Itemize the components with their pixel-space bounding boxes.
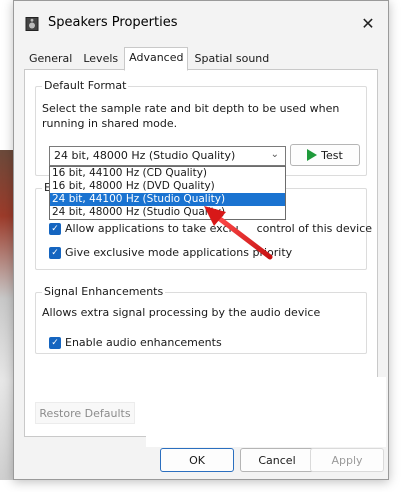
format-option-highlighted[interactable]: 24 bit, 44100 Hz (Studio Quality) bbox=[50, 193, 285, 206]
speaker-icon bbox=[25, 17, 39, 31]
exclusive-priority-checkbox-row[interactable]: ✓ Give exclusive mode applications prior… bbox=[49, 246, 292, 259]
allow-exclusive-checkbox[interactable]: ✓ bbox=[49, 222, 61, 235]
exclusive-priority-checkbox[interactable]: ✓ bbox=[49, 246, 61, 259]
exclusive-priority-label: Give exclusive mode applications priorit… bbox=[65, 246, 293, 259]
allow-exclusive-checkbox-row[interactable]: ✓ Allow applications to take exclu contr… bbox=[49, 222, 372, 235]
title-bar: Speakers Properties ✕ bbox=[14, 1, 388, 45]
default-format-select[interactable]: 24 bit, 48000 Hz (Studio Quality) ⌄ bbox=[49, 146, 286, 166]
signal-enhancements-title: Signal Enhancements bbox=[42, 285, 166, 298]
enable-enhancements-checkbox[interactable]: ✓ bbox=[49, 336, 61, 349]
format-dropdown-list: 16 bit, 44100 Hz (CD Quality) 16 bit, 48… bbox=[49, 166, 286, 220]
apply-button[interactable]: Apply bbox=[310, 448, 384, 472]
allow-exclusive-label-right: control of this device bbox=[256, 222, 373, 235]
format-option[interactable]: 24 bit, 48000 Hz (Studio Quality) bbox=[50, 206, 285, 219]
close-icon: ✕ bbox=[361, 13, 375, 33]
enable-enhancements-label: Enable audio enhancements bbox=[65, 336, 222, 349]
select-value: 24 bit, 48000 Hz (Studio Quality) bbox=[54, 149, 236, 162]
close-button[interactable]: ✕ bbox=[354, 11, 382, 35]
obscuring-overlay bbox=[146, 377, 386, 447]
ok-button[interactable]: OK bbox=[160, 448, 234, 472]
tab-spatial-sound[interactable]: Spatial sound bbox=[189, 49, 274, 71]
format-option[interactable]: 16 bit, 44100 Hz (CD Quality) bbox=[50, 167, 285, 180]
desktop-background bbox=[0, 150, 13, 480]
chevron-down-icon: ⌄ bbox=[270, 149, 279, 160]
default-format-title: Default Format bbox=[42, 79, 129, 92]
tab-levels[interactable]: Levels bbox=[78, 49, 123, 71]
test-label: Test bbox=[321, 148, 343, 162]
window-title: Speakers Properties bbox=[48, 15, 178, 30]
test-button[interactable]: Test bbox=[290, 144, 360, 166]
default-format-description: Select the sample rate and bit depth to … bbox=[42, 102, 340, 130]
tab-strip: General Levels Advanced Spatial sound bbox=[24, 47, 275, 71]
format-option[interactable]: 16 bit, 48000 Hz (DVD Quality) bbox=[50, 180, 285, 193]
tab-general[interactable]: General bbox=[24, 49, 77, 71]
restore-defaults-button[interactable]: Restore Defaults bbox=[35, 402, 135, 424]
play-icon bbox=[307, 149, 318, 161]
enable-enhancements-checkbox-row[interactable]: ✓ Enable audio enhancements bbox=[49, 336, 222, 349]
signal-enhancements-description: Allows extra signal processing by the au… bbox=[42, 306, 321, 319]
tab-advanced[interactable]: Advanced bbox=[124, 47, 189, 71]
allow-exclusive-label-left: Allow applications to take exclu bbox=[65, 222, 239, 235]
speakers-properties-dialog: Speakers Properties ✕ General Levels Adv… bbox=[13, 0, 389, 480]
cancel-button[interactable]: Cancel bbox=[240, 448, 314, 472]
